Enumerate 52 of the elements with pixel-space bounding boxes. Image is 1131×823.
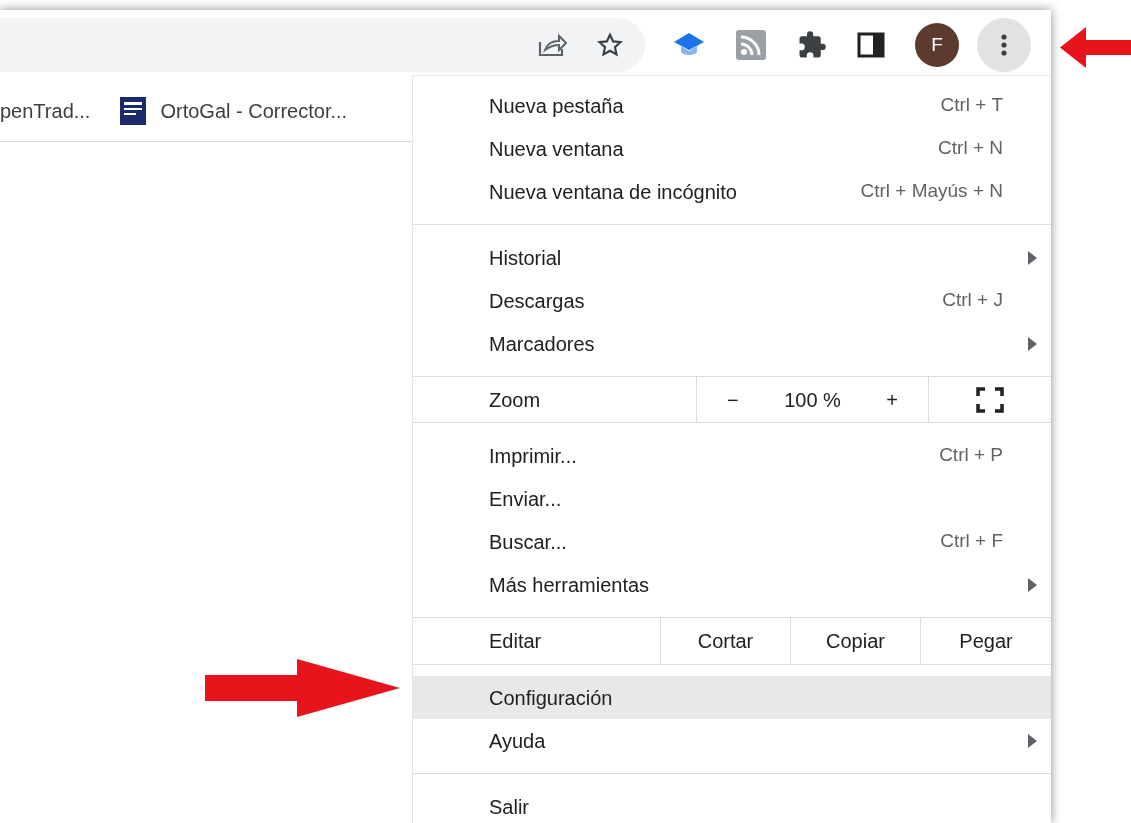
menu-item-label: Descargas — [489, 288, 585, 314]
menu-item-label: Editar — [489, 629, 542, 654]
menu-button[interactable] — [977, 18, 1031, 72]
side-panel-icon[interactable] — [857, 31, 885, 59]
menu-item-label: Buscar... — [489, 529, 567, 555]
shortcut-text: Ctrl + P — [939, 443, 1003, 468]
puzzle-icon[interactable] — [797, 30, 827, 60]
menu-item-label: Nueva pestaña — [489, 93, 624, 119]
edit-action-button[interactable]: Copiar — [791, 618, 921, 664]
menu-item[interactable]: Imprimir... Ctrl + P — [413, 434, 1051, 477]
zoom-level: 100 % — [784, 387, 841, 413]
menu-item-label: Nueva ventana de incógnito — [489, 179, 737, 205]
menu-item[interactable]: Descargas Ctrl + J — [413, 279, 1051, 322]
menu-item[interactable]: Buscar... Ctrl + F — [413, 520, 1051, 563]
menu-item[interactable]: Nueva ventana de incógnito Ctrl + Mayús + N — [413, 170, 1051, 213]
menu-item-label: Marcadores — [489, 331, 595, 357]
fullscreen-icon — [976, 386, 1004, 413]
menu-item[interactable]: Historial — [413, 236, 1051, 279]
shortcut-text: Ctrl + F — [940, 529, 1003, 554]
menu-item-label: Historial — [489, 245, 562, 271]
share-icon[interactable] — [537, 32, 567, 58]
menu-item-label: Enviar... — [489, 486, 562, 512]
shortcut-text: Ctrl + N — [938, 136, 1003, 161]
menu-item[interactable]: Más herramientas — [413, 563, 1051, 606]
profile-avatar[interactable]: F — [915, 23, 959, 67]
shortcut-text: Ctrl + J — [942, 288, 1003, 313]
zoom-out-button[interactable]: − — [725, 384, 741, 415]
menu-item[interactable]: Enviar... — [413, 477, 1051, 520]
menu-item[interactable]: Marcadores — [413, 322, 1051, 365]
menu-item[interactable]: Salir — [413, 785, 1051, 823]
shortcut-text: Ctrl + T — [940, 93, 1003, 118]
shortcut-text: Ctrl + Mayús + N — [860, 179, 1003, 204]
bookmark-item[interactable]: penTrad... — [0, 95, 91, 126]
bookmark-item[interactable]: OrtoGal - Corrector... — [160, 95, 348, 126]
more-vert-icon — [1001, 34, 1007, 56]
zoom-in-button[interactable]: + — [884, 384, 900, 415]
arrow-drawing — [1060, 27, 1131, 68]
edit-action-button[interactable]: Cortar — [661, 618, 791, 664]
rss-icon[interactable] — [735, 29, 767, 61]
menu-item-label: Imprimir... — [489, 443, 577, 469]
menu-item[interactable]: Configuración — [413, 676, 1051, 719]
star-icon[interactable] — [597, 32, 623, 58]
menu-item-label: Ayuda — [489, 728, 546, 754]
menu-item-label: Configuración — [489, 685, 613, 711]
menu-item[interactable]: Nueva ventana Ctrl + N — [413, 127, 1051, 170]
edit-action-button[interactable]: Pegar — [921, 618, 1051, 664]
menu-item-label: Zoom — [489, 387, 541, 413]
menu-item[interactable]: Ayuda — [413, 719, 1051, 762]
menu-item-label: Más herramientas — [489, 572, 650, 598]
menu-item-label: Salir — [489, 794, 529, 820]
menu-item-label: Nueva ventana — [489, 136, 624, 162]
menu-item[interactable]: Nueva pestaña Ctrl + T — [413, 84, 1051, 127]
